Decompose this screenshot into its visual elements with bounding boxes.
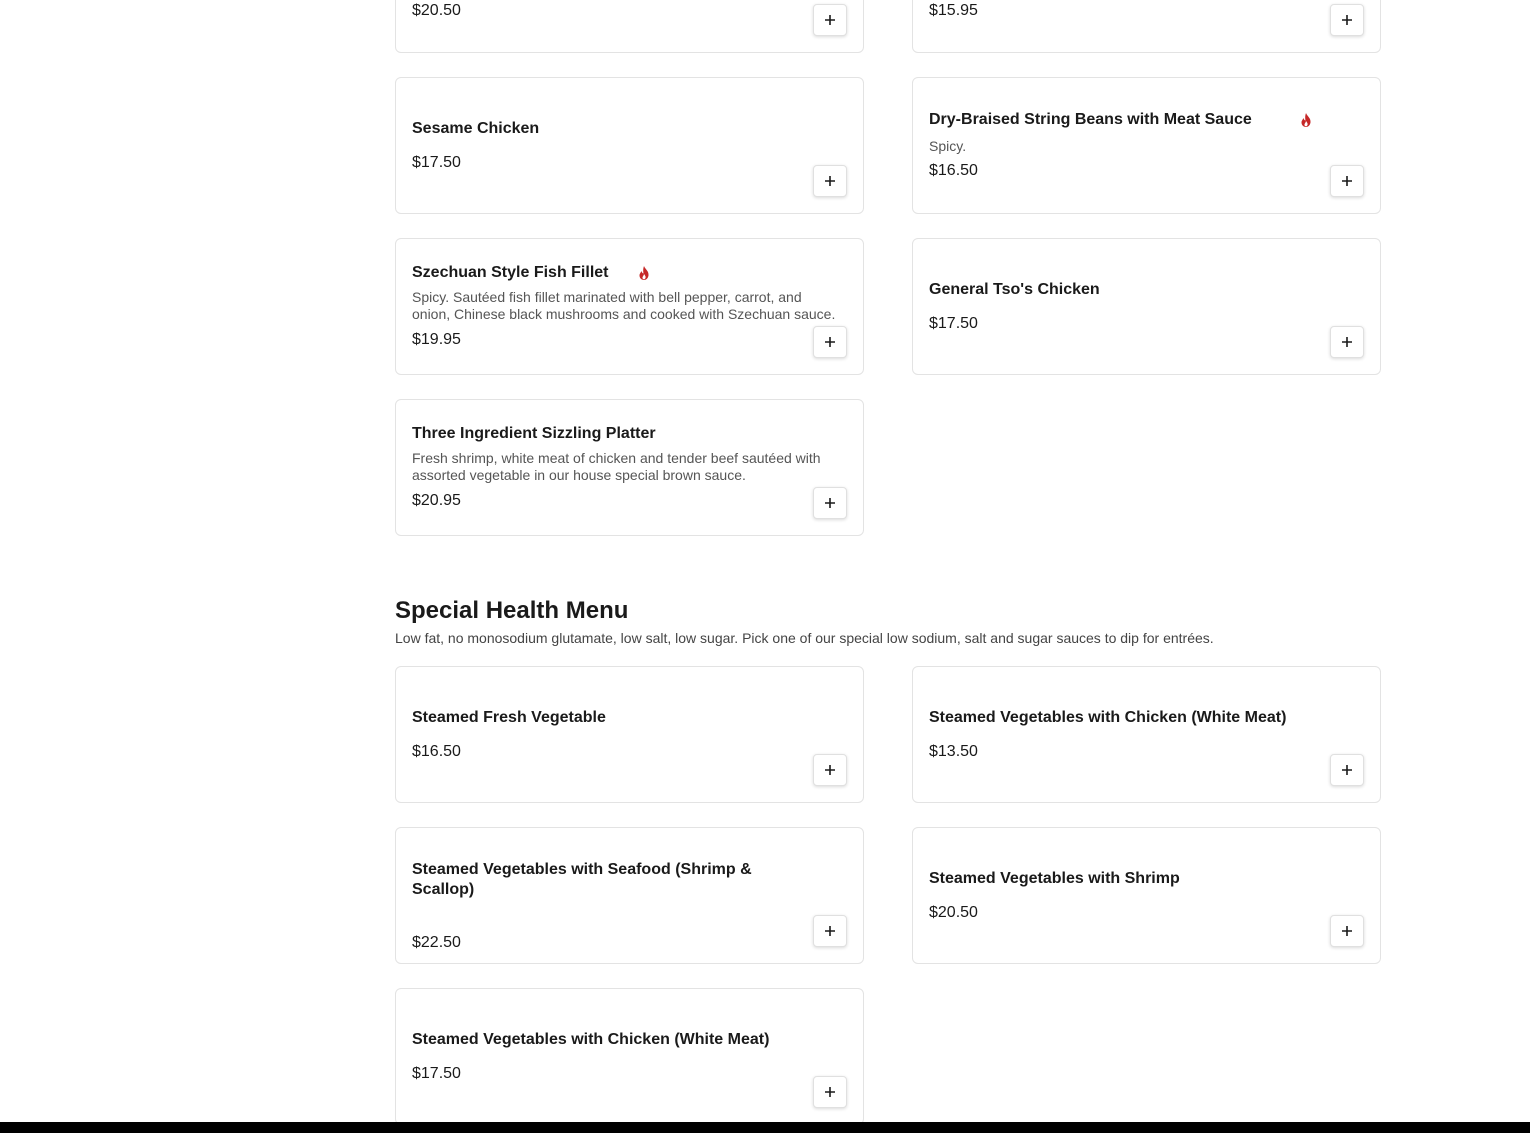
item-name: Steamed Vegetables with Chicken (White M… [929,709,1287,726]
menu-item-card[interactable]: General Tso's Chicken $17.50 [912,238,1381,375]
plus-icon [825,337,835,347]
menu-item-card[interactable]: Dry-Braised String Beans with Meat Sauce… [912,77,1381,214]
plus-icon [1342,765,1352,775]
plus-icon [1342,15,1352,25]
item-price: $17.50 [929,315,978,332]
plus-icon [825,926,835,936]
add-item-button[interactable] [813,754,847,786]
menu-item-card[interactable]: Szechuan Style Fish Fillet Spicy. Sautée… [395,238,864,375]
item-description: Fresh shrimp, white meat of chicken and … [412,450,821,483]
add-item-button[interactable] [1330,4,1364,36]
plus-icon [1342,926,1352,936]
add-item-button[interactable] [1330,754,1364,786]
menu-item-card[interactable]: $20.50 [395,0,864,53]
add-item-button[interactable] [1330,165,1364,197]
item-name: Dry-Braised String Beans with Meat Sauce [929,111,1252,128]
item-name: Szechuan Style Fish Fillet [412,264,609,281]
add-item-button[interactable] [813,487,847,519]
item-price: $22.50 [412,934,461,951]
item-price: $17.50 [412,154,461,171]
section-description: Low fat, no monosodium glutamate, low sa… [395,630,1214,646]
menu-item-card[interactable]: $15.95 [912,0,1381,53]
menu-page: $20.50 $15.95 Sesame Chicken $17.50 Dry-… [0,0,1530,1133]
menu-item-card[interactable]: Steamed Vegetables with Chicken (White M… [912,666,1381,803]
add-item-button[interactable] [813,326,847,358]
item-price: $15.95 [929,2,978,19]
plus-icon [825,765,835,775]
plus-icon [825,15,835,25]
flame-icon [1299,112,1313,128]
item-name: Steamed Vegetables with Seafood (Shrimp … [412,861,752,898]
add-item-button[interactable] [813,915,847,947]
add-item-button[interactable] [1330,915,1364,947]
item-price: $13.50 [929,743,978,760]
item-price: $17.50 [412,1065,461,1082]
menu-item-card[interactable]: Steamed Vegetables with Seafood (Shrimp … [395,827,864,964]
menu-item-card[interactable]: Steamed Fresh Vegetable $16.50 [395,666,864,803]
add-item-button[interactable] [813,1076,847,1108]
menu-item-card[interactable]: Three Ingredient Sizzling Platter Fresh … [395,399,864,536]
item-description: Spicy. Sautéed fish fillet marinated wit… [412,289,836,322]
plus-icon [825,1087,835,1097]
menu-item-card[interactable]: Sesame Chicken $17.50 [395,77,864,214]
item-price: $16.50 [412,743,461,760]
plus-icon [1342,176,1352,186]
add-item-button[interactable] [813,4,847,36]
item-price: $20.50 [412,2,461,19]
item-name: Steamed Vegetables with Chicken (White M… [412,1031,770,1048]
item-name: Steamed Fresh Vegetable [412,709,606,726]
item-name: Steamed Vegetables with Shrimp [929,870,1180,887]
plus-icon [1342,337,1352,347]
item-price: $19.95 [412,331,461,348]
add-item-button[interactable] [813,165,847,197]
menu-item-card[interactable]: Steamed Vegetables with Chicken (White M… [395,988,864,1125]
item-name: Three Ingredient Sizzling Platter [412,425,656,442]
add-item-button[interactable] [1330,326,1364,358]
item-name: General Tso's Chicken [929,281,1100,298]
flame-icon [637,265,651,281]
bottom-bar [0,1122,1530,1133]
item-price: $16.50 [929,162,978,179]
item-price: $20.50 [929,904,978,921]
item-description: Spicy. [929,138,967,154]
plus-icon [825,498,835,508]
item-price: $20.95 [412,492,461,509]
plus-icon [825,176,835,186]
section-title: Special Health Menu [395,597,629,624]
item-name: Sesame Chicken [412,120,540,137]
menu-item-card[interactable]: Steamed Vegetables with Shrimp $20.50 [912,827,1381,964]
